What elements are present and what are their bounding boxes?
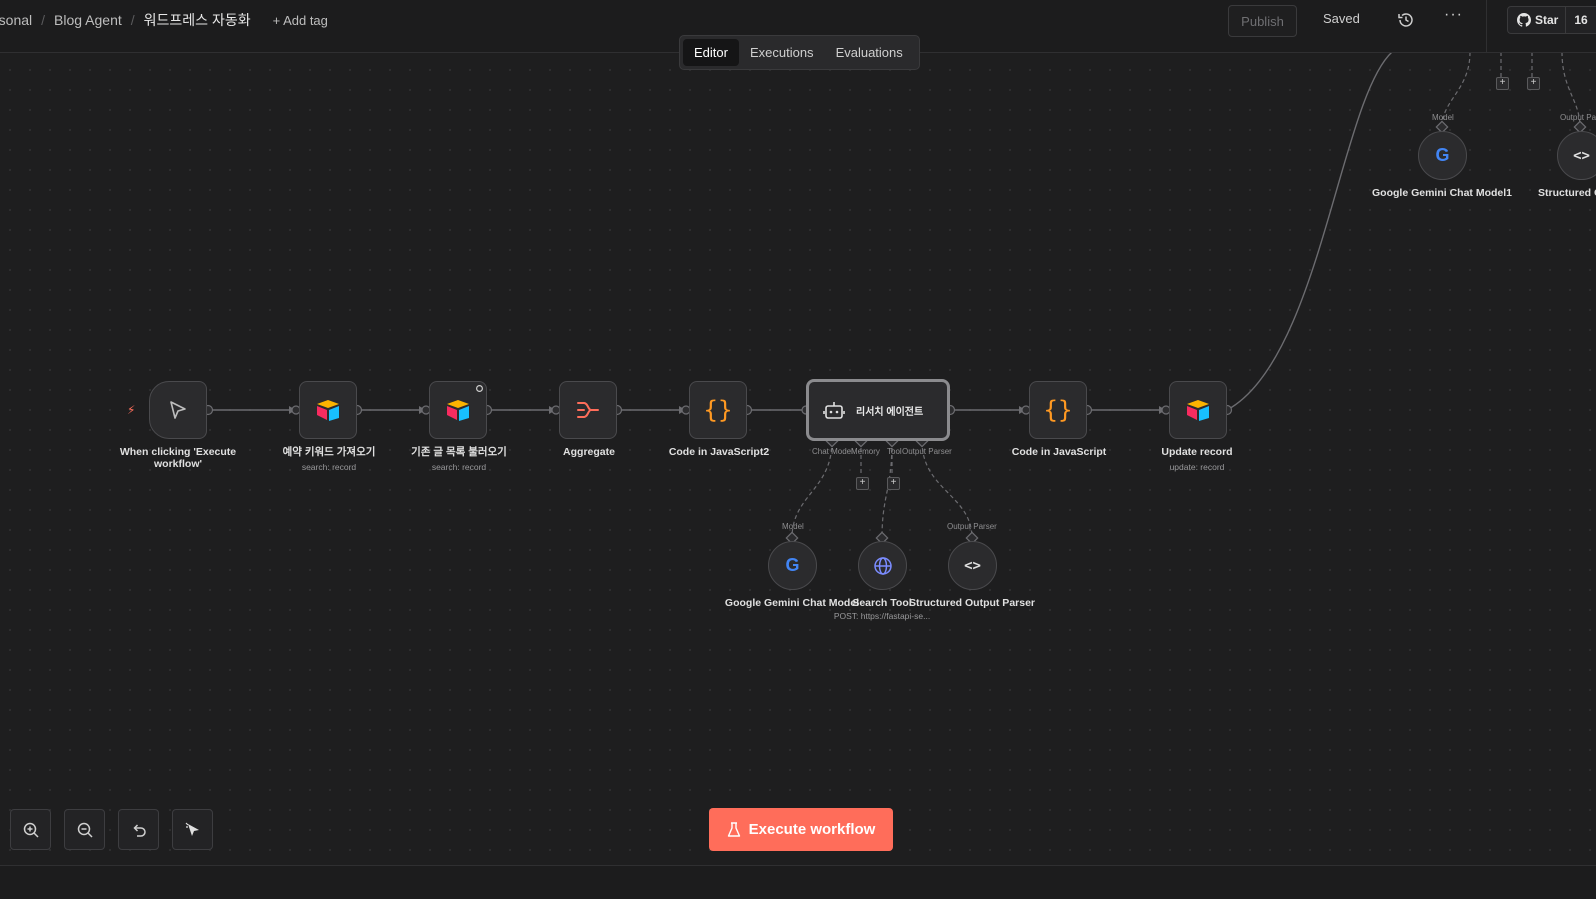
agent-title: 리서치 에이전트 (856, 406, 924, 418)
node-subtitle: search: record (431, 462, 487, 472)
port-chat-model: Chat Model (812, 447, 853, 456)
zoom-out-icon (77, 822, 93, 838)
breadcrumb: rsonal / Blog Agent / 워드프레스 자동화 + Add ta… (0, 0, 328, 40)
node-gemini-chat-model1[interactable]: G (1418, 131, 1467, 180)
port-output-parser: Output Parser (902, 447, 952, 456)
node-research-agent[interactable]: 리서치 에이전트 (806, 379, 950, 441)
zoom-in-icon (23, 822, 39, 838)
node-label: When clicking 'Execute workflow' (119, 446, 237, 470)
view-tabs: Editor Executions Evaluations (679, 35, 920, 70)
subnode-port-label: Output Parser (947, 522, 997, 531)
wand-cursor-icon (185, 822, 199, 836)
port-tool: Tool (887, 447, 902, 456)
node-label: Structured Output Parser (908, 597, 1036, 609)
github-icon (1517, 13, 1531, 27)
more-options-icon[interactable]: ··· (1444, 6, 1463, 24)
workflow-name[interactable]: 워드프레스 자동화 (144, 10, 251, 30)
subnode-port-label: Model (782, 522, 804, 531)
reset-zoom-button[interactable] (118, 809, 159, 850)
node-manual-trigger[interactable] (149, 381, 207, 439)
globe-icon (873, 556, 892, 575)
subnode-port-label: Output Par (1560, 113, 1596, 122)
airtable-icon (1187, 400, 1209, 421)
zoom-out-button[interactable] (64, 809, 105, 850)
execute-workflow-button[interactable]: Execute workflow (709, 808, 893, 851)
airtable-icon (317, 400, 339, 421)
add-subnode-button[interactable]: + (1527, 77, 1540, 90)
braces-icon: {} (703, 396, 733, 424)
node-label: 예약 키워드 가져오기 (282, 446, 376, 458)
node-label: Code in JavaScript (1011, 446, 1107, 458)
github-star-button[interactable]: Star 16 (1507, 6, 1596, 34)
star-count: 16 (1574, 13, 1588, 27)
tab-executions[interactable]: Executions (739, 39, 825, 66)
node-update-record[interactable] (1169, 381, 1227, 439)
cursor-icon (170, 401, 186, 419)
node-get-keywords[interactable] (299, 381, 357, 439)
node-gemini-chat-model[interactable]: G (768, 541, 817, 590)
tab-evaluations[interactable]: Evaluations (825, 39, 914, 66)
node-code-js[interactable]: {} (1029, 381, 1087, 439)
code-icon: <> (1573, 147, 1590, 164)
aggregate-icon (577, 402, 599, 418)
history-icon[interactable] (1397, 11, 1415, 29)
google-icon: G (785, 555, 800, 575)
node-structured-output-parser[interactable]: <> (948, 541, 997, 590)
breadcrumb-separator: / (41, 12, 46, 28)
header-divider (1486, 0, 1487, 52)
node-search-tool[interactable] (858, 541, 907, 590)
tab-editor[interactable]: Editor (683, 39, 739, 66)
node-subtitle: POST: https://fastapi-se... (833, 611, 931, 621)
port-memory: Memory (851, 447, 880, 456)
node-subtitle: search: record (301, 462, 357, 472)
airtable-icon (447, 400, 469, 421)
undo-icon (132, 823, 146, 837)
breadcrumb-project[interactable]: rsonal (0, 12, 32, 28)
add-tool-button[interactable]: + (887, 477, 900, 490)
breadcrumb-separator: / (130, 12, 135, 28)
node-label: Update record (1161, 446, 1233, 458)
flask-icon (727, 821, 740, 837)
trigger-bolt-icon: ⚡ (127, 403, 136, 417)
google-icon: G (1435, 145, 1450, 165)
add-memory-button[interactable]: + (856, 477, 869, 490)
execute-workflow-label: Execute workflow (748, 821, 876, 838)
loop-icon (476, 385, 483, 392)
code-icon: <> (964, 557, 981, 574)
zoom-in-button[interactable] (10, 809, 51, 850)
tidy-up-button[interactable] (172, 809, 213, 850)
saved-status: Saved (1323, 11, 1360, 26)
node-aggregate[interactable] (559, 381, 617, 439)
node-code-js2[interactable]: {} (689, 381, 747, 439)
star-label: Star (1535, 13, 1559, 27)
node-subtitle: update: record (1169, 462, 1225, 472)
bottom-panel-bar[interactable] (0, 865, 1596, 899)
node-label: Code in JavaScript2 (668, 446, 770, 458)
add-tag-button[interactable]: + Add tag (273, 13, 328, 28)
node-label: Google Gemini Chat Model1 (1372, 187, 1513, 199)
node-label: Aggregate (563, 446, 615, 458)
add-subnode-button[interactable]: + (1496, 77, 1509, 90)
robot-icon (823, 402, 845, 419)
node-label: 기존 글 목록 불러오기 (411, 446, 507, 458)
braces-icon: {} (1043, 396, 1073, 424)
subnode-port-label: Model (1432, 113, 1454, 122)
node-label: Structured Output Parser (1538, 187, 1596, 199)
breadcrumb-folder[interactable]: Blog Agent (54, 12, 122, 28)
publish-button[interactable]: Publish (1228, 5, 1297, 37)
